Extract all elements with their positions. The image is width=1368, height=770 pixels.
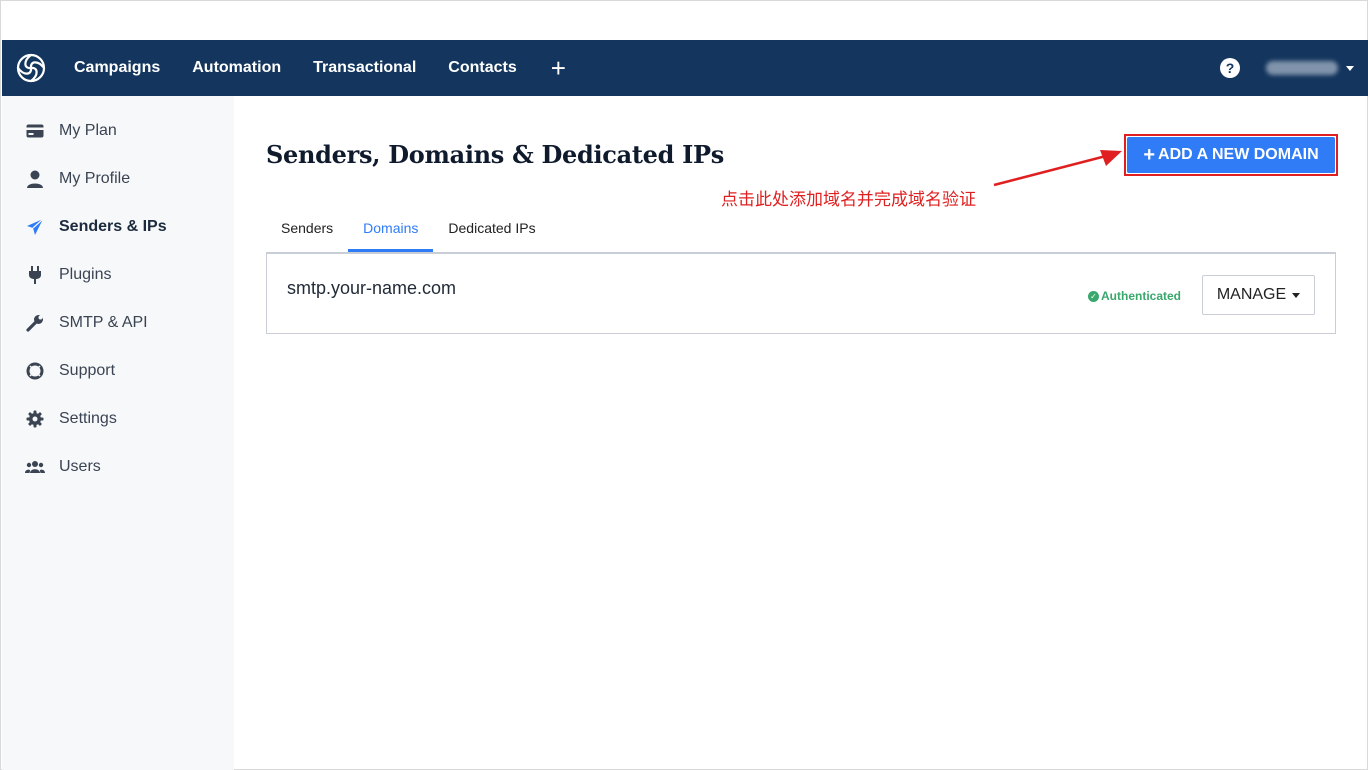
sidebar-item-label: My Plan — [59, 122, 117, 139]
sidebar-item-settings[interactable]: Settings — [2, 395, 234, 443]
topbar-right: ? — [1220, 40, 1354, 96]
account-chevron-down-icon[interactable] — [1346, 65, 1354, 71]
add-domain-highlight: + ADD A NEW DOMAIN — [1124, 134, 1338, 176]
sidebar-item-label: Users — [59, 458, 101, 475]
wrench-icon — [25, 313, 45, 333]
plug-icon — [25, 265, 45, 285]
sidebar-item-label: Support — [59, 362, 116, 379]
sidebar-item-label: My Profile — [59, 170, 131, 187]
sidebar-item-my-profile[interactable]: My Profile — [2, 155, 234, 203]
top-navbar: Campaigns Automation Transactional Conta… — [2, 40, 1368, 96]
credit-card-icon — [25, 121, 45, 141]
annotation-text: 点击此处添加域名并完成域名验证 — [721, 190, 976, 210]
tab-domains[interactable]: Domains — [348, 212, 434, 252]
tab-dedicated-ips[interactable]: Dedicated IPs — [433, 212, 550, 252]
sidebar-item-smtp-api[interactable]: SMTP & API — [2, 299, 234, 347]
nav-automation[interactable]: Automation — [192, 59, 281, 77]
sidebar-item-label: Senders & IPs — [59, 218, 167, 235]
sidebar-item-support[interactable]: Support — [2, 347, 234, 395]
sidebar: My Plan My Profile Senders & IPs Plugins… — [2, 96, 234, 770]
nav-contacts[interactable]: Contacts — [448, 59, 516, 77]
sidebar-item-my-plan[interactable]: My Plan — [2, 107, 234, 155]
nav-add-plus-icon[interactable]: + — [551, 55, 566, 81]
domain-card: smtp.your-name.com ✓ Authenticated MANAG… — [266, 252, 1336, 334]
add-new-domain-label: ADD A NEW DOMAIN — [1158, 146, 1319, 163]
manage-dropdown-button[interactable]: MANAGE — [1202, 275, 1315, 315]
sidebar-item-label: Settings — [59, 410, 117, 427]
status-badge: ✓ Authenticated — [1088, 289, 1181, 303]
users-icon — [25, 457, 45, 477]
manage-label: MANAGE — [1216, 286, 1287, 303]
add-new-domain-button[interactable]: + ADD A NEW DOMAIN — [1127, 137, 1335, 173]
help-icon[interactable]: ? — [1220, 58, 1240, 78]
nav-campaigns[interactable]: Campaigns — [74, 59, 160, 77]
chevron-down-icon — [1292, 292, 1301, 298]
lifebuoy-icon — [25, 361, 45, 381]
page-title: Senders, Domains & Dedicated IPs — [266, 140, 725, 169]
page-frame: Campaigns Automation Transactional Conta… — [0, 0, 1368, 770]
tab-senders[interactable]: Senders — [266, 212, 348, 252]
sidebar-item-users[interactable]: Users — [2, 443, 234, 491]
plus-icon: + — [1143, 144, 1156, 166]
domain-name: smtp.your-name.com — [287, 278, 457, 298]
sidebar-item-label: Plugins — [59, 266, 112, 283]
user-icon — [25, 169, 45, 189]
sidebar-item-senders-ips[interactable]: Senders & IPs — [2, 203, 234, 251]
account-name-blurred[interactable] — [1266, 61, 1338, 75]
status-label: Authenticated — [1101, 289, 1182, 303]
brand-logo-icon[interactable] — [14, 51, 48, 85]
sidebar-item-plugins[interactable]: Plugins — [2, 251, 234, 299]
main-content: Senders, Domains & Dedicated IPs + ADD A… — [234, 96, 1368, 770]
sidebar-item-label: SMTP & API — [59, 314, 148, 331]
paper-plane-icon — [25, 217, 45, 237]
tabs: Senders Domains Dedicated IPs — [266, 212, 551, 252]
gear-icon — [25, 409, 45, 429]
nav-transactional[interactable]: Transactional — [313, 59, 416, 77]
annotation-arrow-icon — [993, 150, 1122, 187]
check-circle-icon: ✓ — [1088, 290, 1099, 302]
